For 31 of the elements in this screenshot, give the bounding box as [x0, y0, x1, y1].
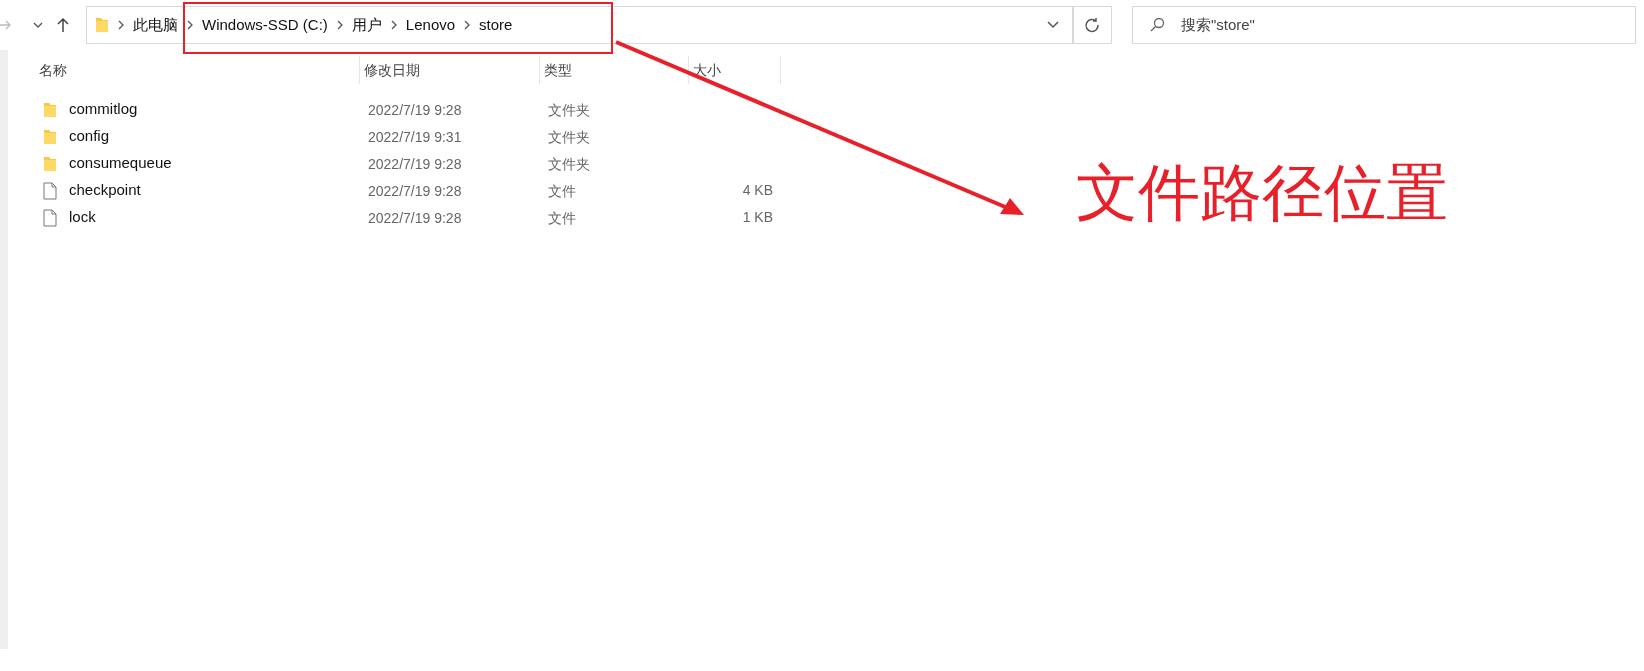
- annotation-label: 文件路径位置: [1076, 157, 1448, 229]
- breadcrumb-item[interactable]: 此电脑: [133, 13, 178, 37]
- file-name: consumequeue: [69, 153, 172, 174]
- breadcrumb-item[interactable]: 用户: [351, 13, 382, 37]
- date-cell: 2022/7/19 9:28: [368, 101, 462, 118]
- date-cell: 2022/7/19 9:28: [368, 155, 462, 172]
- date-cell: 2022/7/19 9:28: [368, 182, 462, 199]
- file-name: config: [69, 126, 110, 147]
- breadcrumb-item[interactable]: store: [479, 13, 513, 37]
- breadcrumb-item[interactable]: Windows-SSD (C:): [202, 13, 328, 37]
- column-header[interactable]: 修改日期: [364, 59, 420, 81]
- type-cell: 文件夹: [548, 101, 590, 118]
- address-bar[interactable]: 此电脑 Windows-SSD (C:) 用户 Lenovo store: [86, 6, 1073, 44]
- search-field[interactable]: 搜索"store": [1131, 6, 1636, 44]
- column-header[interactable]: 类型: [544, 59, 572, 81]
- breadcrumb-item[interactable]: Lenovo: [405, 13, 456, 37]
- column-header[interactable]: 名称: [39, 59, 67, 81]
- file-name: commitlog: [69, 99, 138, 120]
- type-cell: 文件夹: [548, 155, 590, 172]
- type-cell: 文件: [548, 209, 576, 226]
- date-cell: 2022/7/19 9:31: [368, 128, 462, 145]
- file-name: checkpoint: [69, 180, 141, 201]
- size-cell-text: 4 KB: [742, 181, 773, 200]
- file-name: lock: [69, 207, 96, 228]
- file-row[interactable]: config 2022/7/19 9:31 文件夹: [35, 123, 1644, 150]
- file-row[interactable]: commitlog 2022/7/19 9:28 文件夹: [35, 96, 1644, 123]
- date-cell: 2022/7/19 9:28: [368, 209, 462, 226]
- type-cell: 文件: [548, 182, 576, 199]
- size-cell-text: 1 KB: [742, 208, 773, 227]
- search-input[interactable]: 搜索"store": [1180, 13, 1619, 37]
- type-cell: 文件夹: [548, 128, 590, 145]
